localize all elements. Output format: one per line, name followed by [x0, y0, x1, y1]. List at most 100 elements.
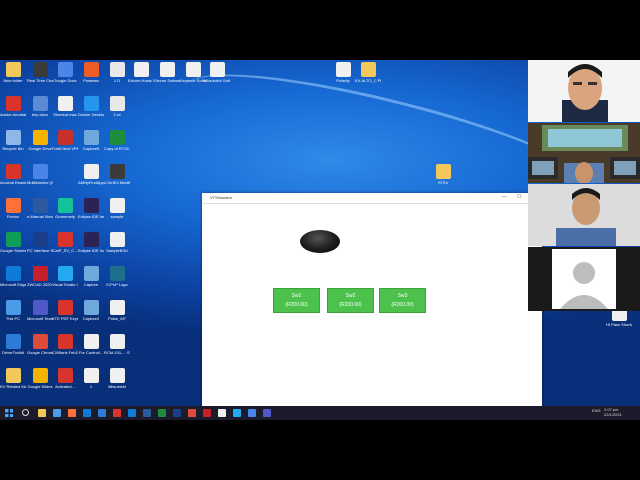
- desktop-icon-label: ICPnP Logo: [106, 282, 128, 287]
- taskbar-app-icon[interactable]: [68, 409, 76, 417]
- app-icon: [32, 62, 48, 77]
- desktop-icon[interactable]: ZWCAD 2020 English: [27, 266, 53, 287]
- taskbar-app-icon[interactable]: [128, 409, 136, 417]
- minimize-icon[interactable]: —: [502, 194, 507, 200]
- switch-2-label: Sw2: [345, 293, 356, 299]
- desktop-icon[interactable]: MultiMonitor (EN): [27, 164, 53, 185]
- desktop-icon[interactable]: PC Interface Software f...: [27, 232, 53, 253]
- desktop-icon[interactable]: This PC: [0, 300, 26, 321]
- taskbar-app-icon[interactable]: [263, 409, 271, 417]
- app-icon: [57, 232, 73, 247]
- maximize-icon[interactable]: ☐: [517, 194, 521, 200]
- desktop-icon-label: Microsoft Teams: [27, 316, 53, 321]
- desktop-icon[interactable]: DriverToolkit: [0, 334, 26, 355]
- windows-start-icon[interactable]: [5, 409, 13, 417]
- desktop-icon[interactable]: Google Drive: [27, 130, 53, 151]
- desktop-icon[interactable]: 2.rd: [104, 96, 130, 117]
- taskbar-app-icon[interactable]: [158, 409, 166, 417]
- desktop-icon[interactable]: 1: [78, 368, 104, 389]
- taskbar-app-icon[interactable]: [53, 409, 61, 417]
- desktop-icon[interactable]: Eclipse IDE for Enterpri...: [78, 232, 104, 253]
- app-icon: [57, 96, 73, 111]
- desktop-icon[interactable]: Mitsubishi Software: [204, 62, 230, 83]
- desktop-icon[interactable]: Eclipse IDE for Java De...: [78, 198, 104, 219]
- desktop-icon[interactable]: Postman: [78, 62, 104, 83]
- desktop-icon[interactable]: KV Related Manual Unit: [0, 368, 26, 389]
- clock-date[interactable]: 22/1/2021: [604, 412, 622, 417]
- desktop-icon[interactable]: Omron Software: [154, 62, 180, 83]
- taskbar-app-icon[interactable]: [38, 409, 46, 417]
- taskbar-app-icon[interactable]: [98, 409, 106, 417]
- app-icon: [83, 198, 99, 213]
- desktop-icon[interactable]: Polarity: [330, 62, 356, 83]
- desktop-icon[interactable]: Ericom Hosts Software: [128, 62, 154, 83]
- desktop-icon-label: Visual Studio Code: [52, 282, 78, 287]
- desktop-icon[interactable]: Microsoft Teams: [27, 300, 53, 321]
- desktop-icon[interactable]: Shortcut.mac: [52, 96, 78, 117]
- app-icon: [5, 130, 21, 145]
- desktop-icon[interactable]: Capture2: [78, 300, 104, 321]
- desktop-icon[interactable]: STEn: [430, 164, 456, 185]
- desktop-icon[interactable]: CXiBank Feb2020...: [52, 334, 78, 355]
- desktop-icon[interactable]: New folder: [0, 62, 26, 83]
- desktop-icon[interactable]: Docker Desktop: [78, 96, 104, 117]
- desktop-icon[interactable]: AMNyFindApp: [78, 164, 104, 185]
- desktop-icon[interactable]: Recycle Bin: [0, 130, 26, 151]
- desktop-icon[interactable]: tmp.docx: [27, 96, 53, 117]
- desktop-icon[interactable]: Mitsubishi: [104, 368, 130, 389]
- desktop-icon[interactable]: Acrobat Reader DC: [0, 164, 26, 185]
- app-icon: [32, 96, 48, 111]
- desktop-icon[interactable]: KV-ALTO_C PDF Data: [355, 62, 381, 83]
- desktop-icon[interactable]: RCM-101-... SYLDEI0E0...: [104, 334, 130, 355]
- desktop-icon[interactable]: Capture5: [78, 130, 104, 151]
- taskbar-app-icon[interactable]: [218, 409, 226, 417]
- lamp-indicator: [300, 230, 340, 253]
- desktop-icon[interactable]: Keyence Software: [180, 62, 206, 83]
- desktop-icon[interactable]: Capture: [78, 266, 104, 287]
- search-icon[interactable]: [22, 409, 29, 416]
- simulator-window[interactable]: VTSimulator — ☐ ✕ Sw1 (R200.00) Sw2 (R20…: [202, 193, 542, 406]
- desktop-icon-label: Google Sheets: [0, 248, 26, 253]
- presenter-video: [528, 60, 640, 122]
- desktop-icon[interactable]: 1 D: [104, 62, 130, 83]
- desktop-icon[interactable]: LCertE4 Modification: [104, 164, 130, 185]
- desktop-icon[interactable]: Grammarly: [52, 198, 78, 219]
- taskbar-app-icon[interactable]: [143, 409, 151, 417]
- desktop-icon[interactable]: Real Time Chart: [27, 62, 53, 83]
- switch-1-button[interactable]: Sw1 (R200.00): [273, 288, 320, 313]
- desktop-icon[interactable]: CatP_SV_C...: [52, 232, 78, 253]
- taskbar-app-icon[interactable]: [203, 409, 211, 417]
- desktop-icon-label: 1: [89, 384, 93, 389]
- desktop-icon[interactable]: Visual Studio Code: [52, 266, 78, 287]
- app-icon: [109, 198, 125, 213]
- desktop-icon[interactable]: SampleBSU: [104, 232, 130, 253]
- taskbar-app-icon[interactable]: [233, 409, 241, 417]
- desktop-icon[interactable]: FortiClient VPN: [52, 130, 78, 151]
- desktop-icon[interactable]: ICPnP Logo: [104, 266, 130, 287]
- taskbar-app-icon[interactable]: [248, 409, 256, 417]
- desktop-icon[interactable]: Google Docs: [52, 62, 78, 83]
- desktop-icon[interactable]: Adobe Acrobat: [0, 96, 26, 117]
- desktop-icon[interactable]: Firefox: [0, 198, 26, 219]
- desktop-icon[interactable]: Copy of RT18.NHK: [104, 130, 130, 151]
- desktop-icon[interactable]: Pulse_M7: [104, 300, 130, 321]
- app-icon: [57, 130, 73, 145]
- taskbar-app-icon[interactable]: [188, 409, 196, 417]
- window-title-bar[interactable]: VTSimulator — ☐ ✕: [202, 193, 542, 204]
- desktop-icon[interactable]: Google Sheets: [0, 232, 26, 253]
- desktop-icon[interactable]: sample: [104, 198, 130, 219]
- taskbar-app-icon[interactable]: [83, 409, 91, 417]
- desktop-icon[interactable]: KTE PDF Keyence H...: [52, 300, 78, 321]
- desktop-icon[interactable]: Microsoft Edge: [0, 266, 26, 287]
- taskbar-app-icon[interactable]: [113, 409, 121, 417]
- switch-2-button[interactable]: Sw2 (R200.00): [327, 288, 374, 313]
- desktop-icon[interactable]: Activated...: [52, 368, 78, 389]
- taskbar-app-icon[interactable]: [173, 409, 181, 417]
- app-icon: [32, 198, 48, 213]
- desktop-icon[interactable]: e-Manual Viewer: [27, 198, 53, 219]
- switch-3-button[interactable]: Sw3 (R200.00): [379, 288, 426, 313]
- desktop-icon[interactable]: Google Chrome: [27, 334, 53, 355]
- desktop-icon[interactable]: For Controll...: [78, 334, 104, 355]
- language-indicator[interactable]: ENG: [592, 408, 601, 413]
- desktop-icon[interactable]: Google Slides: [27, 368, 53, 389]
